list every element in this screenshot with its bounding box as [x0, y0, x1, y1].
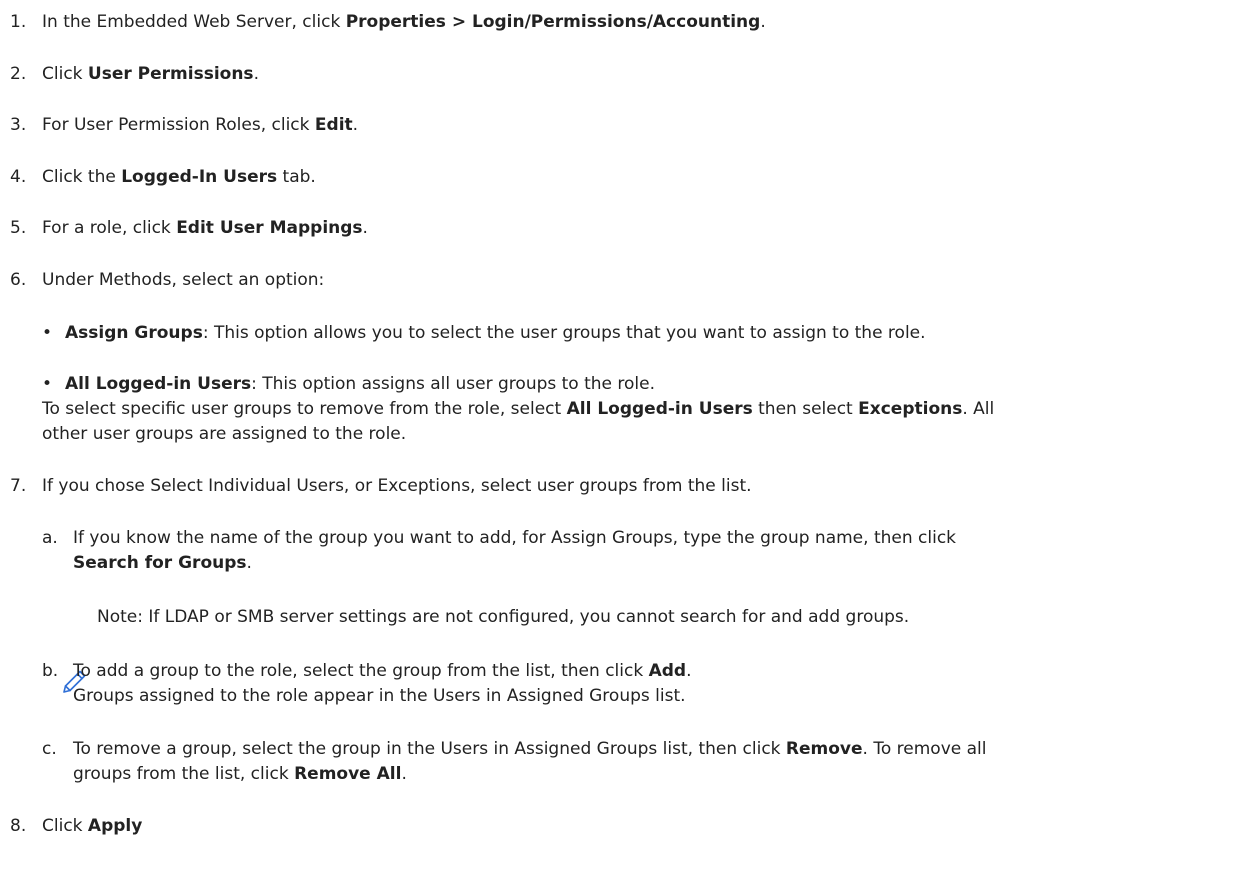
bullet-2-cont-bold-2: Exceptions	[858, 399, 963, 419]
bullet-2-rest: : This option assigns all user groups to…	[251, 374, 656, 394]
step-2-text: Click User Permissions.	[42, 63, 259, 85]
step-3-number: 3.	[10, 115, 27, 135]
step-4-number: 4.	[10, 167, 27, 187]
step-2-text-post: .	[253, 64, 259, 84]
substep-b-line-1-post: .	[686, 661, 692, 681]
step-7-number: 7.	[10, 476, 27, 496]
step-8-number: 8.	[10, 816, 27, 836]
step-7-text: If you chose Select Individual Users, or…	[42, 476, 752, 496]
step-1-number: 1.	[10, 12, 27, 32]
substep-b-line-1: To add a group to the role, select the g…	[73, 660, 692, 682]
step-1-text: In the Embedded Web Server, click Proper…	[42, 11, 766, 33]
step-8-text-pre: Click	[42, 816, 88, 836]
bullet-1-rest: : This option allows you to select the u…	[202, 323, 926, 343]
bullet-2-text: All Logged-in Users: This option assigns…	[65, 373, 655, 395]
step-5-text-post: .	[362, 218, 368, 238]
step-2-text-pre: Click	[42, 64, 88, 84]
substep-c-line-2-post: .	[401, 764, 407, 784]
substep-a-bold: Search for Groups	[73, 553, 247, 573]
note-text: Note: If LDAP or SMB server settings are…	[97, 607, 910, 627]
substep-c-line-1: To remove a group, select the group in t…	[73, 738, 986, 760]
substep-c-bold-1: Remove	[785, 739, 863, 759]
step-1-text-pre: In the Embedded Web Server, click	[42, 12, 346, 32]
bullet-2-cont-pre: To select specific user groups to remove…	[42, 399, 567, 419]
bullet-2-continuation-line-2: other user groups are assigned to the ro…	[42, 424, 407, 444]
substep-c-bold-2: Remove All	[294, 764, 402, 784]
bullet-2-continuation-line-1: To select specific user groups to remove…	[42, 398, 994, 420]
step-4-text-pre: Click the	[42, 167, 122, 187]
bullet-1-bold: Assign Groups	[65, 323, 203, 343]
substep-c-letter: c.	[42, 739, 57, 759]
substep-c-line-1-post: . To remove all	[862, 739, 987, 759]
bullet-2-cont-bold-1: All Logged-in Users	[566, 399, 753, 419]
substep-c-line-1-pre: To remove a group, select the group in t…	[73, 739, 786, 759]
substep-c-line-2: groups from the list, click Remove All.	[73, 763, 407, 785]
step-2-bold: User Permissions	[87, 64, 254, 84]
bullet-2-bold: All Logged-in Users	[65, 374, 252, 394]
substep-b-bold: Add	[648, 661, 687, 681]
step-6-number: 6.	[10, 270, 27, 290]
step-5-bold: Edit User Mappings	[176, 218, 363, 238]
step-1-bold: Properties > Login/Permissions/Accountin…	[345, 12, 761, 32]
step-2-number: 2.	[10, 64, 27, 84]
substep-b-letter: b.	[42, 661, 59, 681]
step-5-text: For a role, click Edit User Mappings.	[42, 217, 368, 239]
step-5-text-pre: For a role, click	[42, 218, 177, 238]
step-3-bold: Edit	[314, 115, 353, 135]
bullet-2-cont-post: . All	[962, 399, 995, 419]
step-3-text-post: .	[352, 115, 359, 135]
step-8-text: Click Apply	[42, 815, 142, 837]
step-4-bold: Logged-In Users	[121, 167, 278, 187]
substep-c-line-2-pre: groups from the list, click	[73, 764, 295, 784]
document-page: 1. In the Embedded Web Server, click Pro…	[0, 0, 1249, 879]
step-5-number: 5.	[10, 218, 27, 238]
substep-a-line-2-post: .	[246, 553, 252, 573]
bullet-marker: •	[42, 374, 53, 394]
step-3-text-pre: For User Permission Roles, click	[42, 115, 315, 135]
substep-b-line-2: Groups assigned to the role appear in th…	[73, 686, 686, 706]
substep-b-line-1-pre: To add a group to the role, select the g…	[73, 661, 649, 681]
substep-a-line-1: If you know the name of the group you wa…	[73, 528, 957, 548]
substep-a-letter: a.	[42, 528, 58, 548]
substep-a-line-2: Search for Groups.	[73, 552, 252, 574]
step-6-text: Under Methods, select an option:	[42, 270, 325, 290]
bullet-2-cont-mid: then select	[752, 399, 859, 419]
bullet-marker: •	[42, 323, 53, 343]
bullet-1-text: Assign Groups: This option allows you to…	[65, 322, 926, 344]
step-4-text-post: tab.	[277, 167, 316, 187]
step-1-text-post: .	[760, 12, 766, 32]
step-4-text: Click the Logged-In Users tab.	[42, 166, 316, 188]
step-3-text: For User Permission Roles, click Edit.	[42, 114, 358, 136]
step-8-bold: Apply	[87, 816, 143, 836]
